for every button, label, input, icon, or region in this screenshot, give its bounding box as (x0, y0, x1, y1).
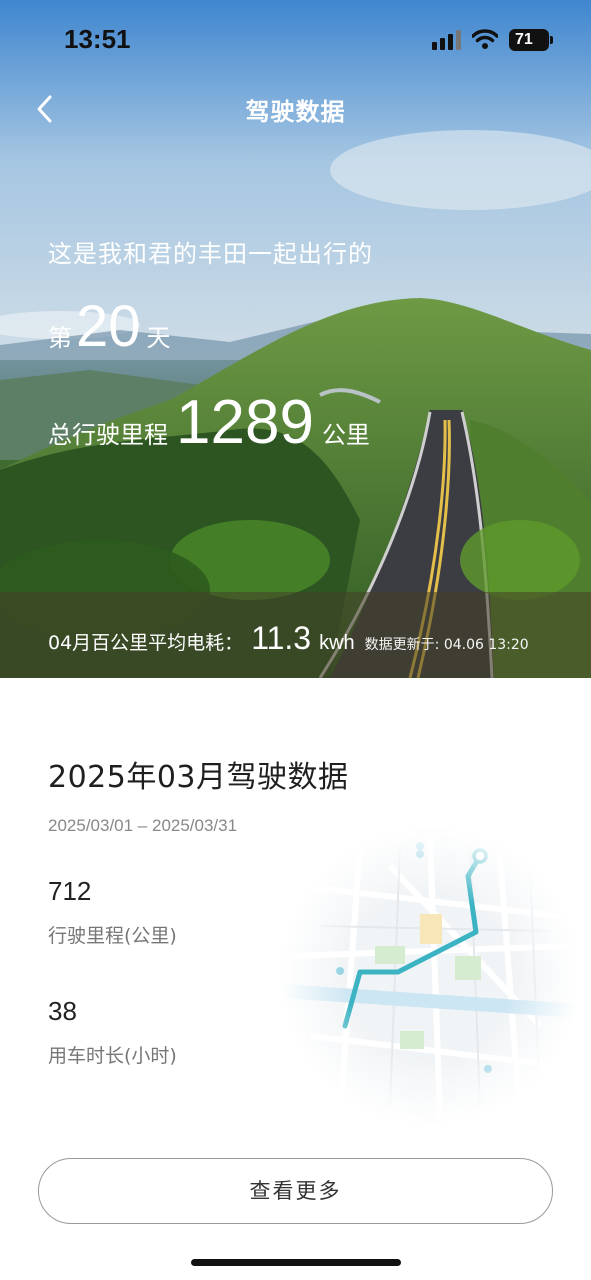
days-together: 第 20 天 (48, 296, 171, 358)
stat-label: 行驶里程(公里) (48, 925, 177, 947)
route-map-illustration (280, 826, 580, 1126)
day-suffix: 天 (146, 324, 171, 352)
page-title: 驾驶数据 (245, 98, 346, 126)
energy-consumption: 04月百公里平均电耗： 11.3 kwh 数据更新于: 04.06 13:20 (48, 620, 529, 657)
view-more-button[interactable]: 查看更多 (38, 1158, 553, 1224)
total-mileage: 总行驶里程 1289 公里 (48, 390, 370, 456)
stat-value: 712 (48, 876, 92, 906)
monthly-section: 2025年03月驾驶数据 2025/03/01 – 2025/03/31 (48, 752, 349, 836)
wifi-icon (472, 29, 498, 49)
day-count: 20 (76, 294, 141, 359)
update-time: 数据更新于: 04.06 13:20 (364, 637, 529, 653)
battery-icon: 71 (509, 29, 553, 51)
day-prefix: 第 (48, 324, 72, 352)
mileage-unit: 公里 (321, 421, 370, 449)
mileage-value: 1289 (176, 388, 314, 457)
energy-label: 04月百公里平均电耗： (48, 632, 244, 654)
stat-duration: 38 用车时长(小时) (48, 996, 177, 1068)
energy-unit: kwh (319, 632, 355, 654)
companion-intro-text: 这是我和君的丰田一起出行的 (48, 240, 373, 268)
status-time: 13:51 (64, 24, 131, 54)
signal-icon (432, 30, 461, 50)
stat-mileage: 712 行驶里程(公里) (48, 876, 177, 948)
mileage-label: 总行驶里程 (48, 421, 168, 449)
status-bar: 13:51 71 (0, 0, 591, 80)
stat-value: 38 (48, 996, 77, 1026)
energy-value: 11.3 (251, 620, 312, 656)
home-indicator[interactable] (191, 1259, 401, 1266)
hero-banner: 13:51 71 驾驶数据 这是我和君的丰田一起出行的 第 20 天 总行驶里程… (0, 0, 591, 678)
stat-label: 用车时长(小时) (48, 1045, 177, 1067)
monthly-title: 2025年03月驾驶数据 (48, 760, 349, 795)
